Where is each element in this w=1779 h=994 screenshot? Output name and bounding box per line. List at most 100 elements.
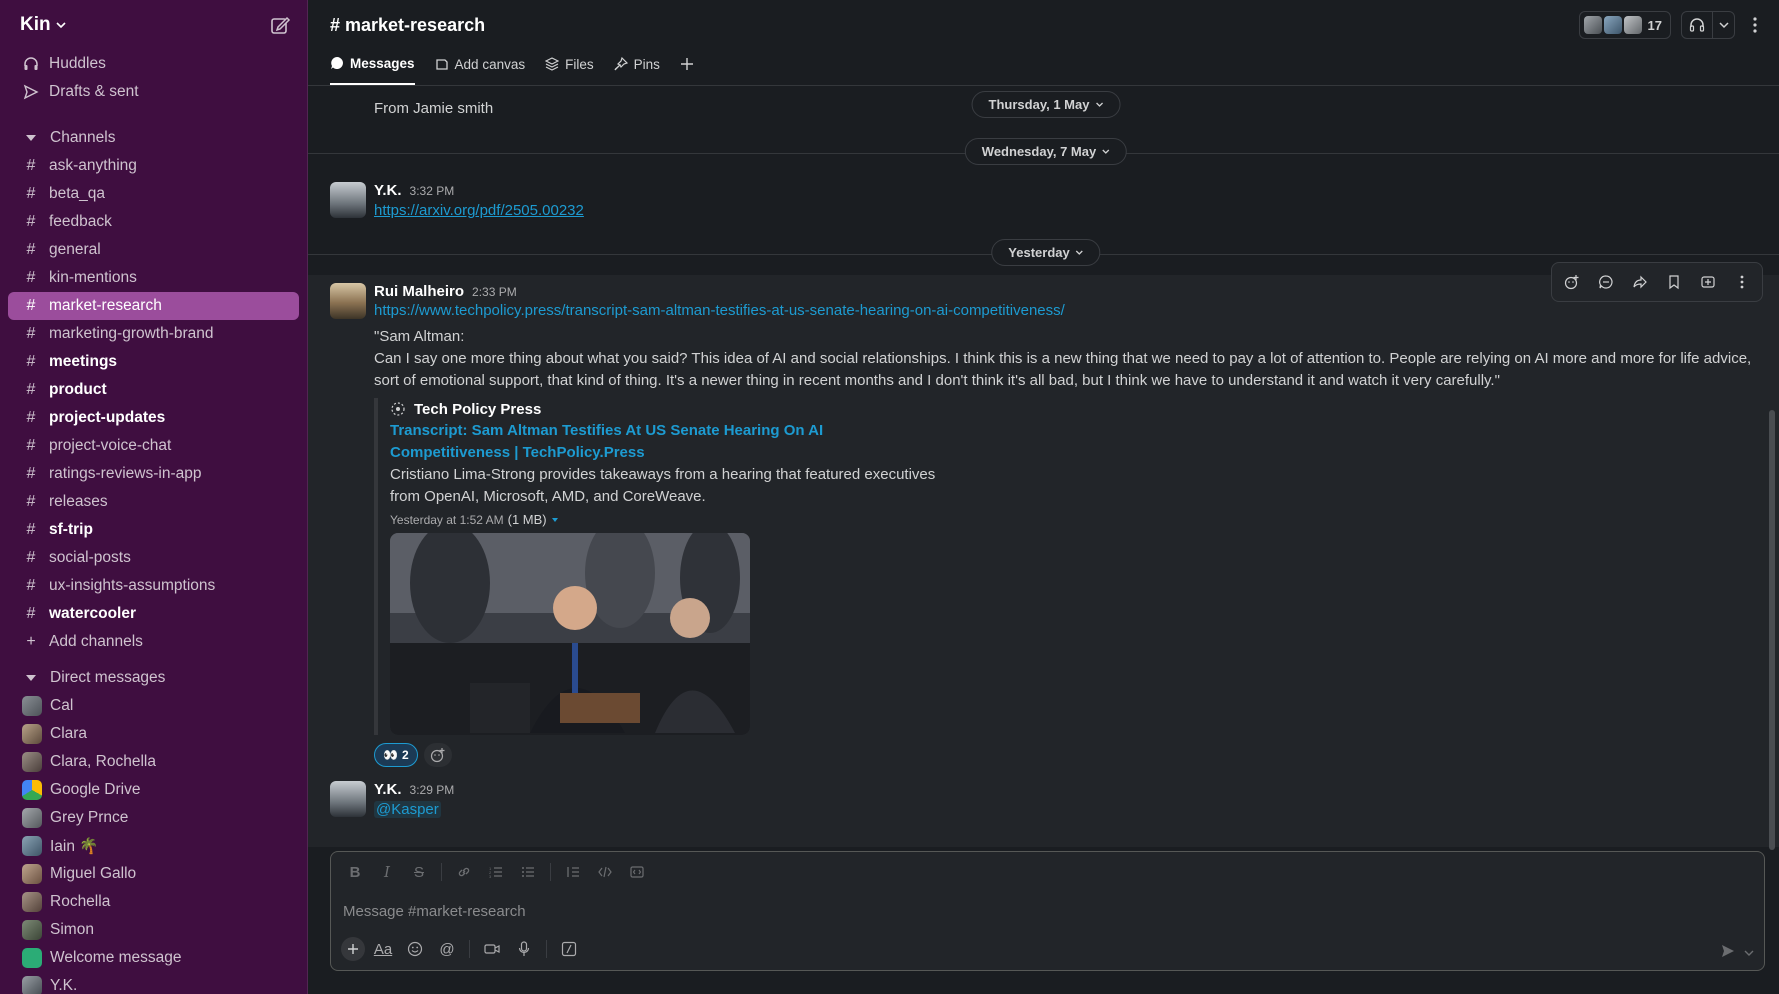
ordered-list-icon[interactable]: 123 xyxy=(482,858,510,886)
sidebar-dm-google-drive[interactable]: Google Drive xyxy=(0,776,307,804)
chevron-down-icon[interactable] xyxy=(1712,12,1734,38)
sidebar-dm-miguel-gallo[interactable]: Miguel Gallo xyxy=(0,860,307,888)
sidebar-dm-iain[interactable]: Iain 🌴 xyxy=(0,832,307,860)
section-label: Channels xyxy=(50,129,116,146)
reply-thread-icon[interactable] xyxy=(1590,266,1622,298)
sidebar-channel-beta-qa[interactable]: # beta_qa xyxy=(0,180,307,208)
message-link[interactable]: https://www.techpolicy.press/transcript-… xyxy=(374,302,1065,319)
avatar[interactable] xyxy=(330,182,366,218)
bold-icon[interactable]: B xyxy=(341,858,369,886)
hash-icon: # xyxy=(26,437,36,454)
more-vertical-icon[interactable] xyxy=(1745,17,1765,33)
sidebar-dm-grey-prnce[interactable]: Grey Prnce xyxy=(0,804,307,832)
bookmark-icon[interactable] xyxy=(1658,266,1690,298)
app-icon xyxy=(22,948,42,968)
sidebar-dm-clara-rochella[interactable]: Clara, Rochella xyxy=(0,748,307,776)
sidebar-channel-market-research[interactable]: # market-research xyxy=(8,292,299,320)
sidebar-channel-project-voice-chat[interactable]: # project-voice-chat xyxy=(0,432,307,460)
text-format-icon[interactable]: Aa xyxy=(369,935,397,963)
sidebar-channel-meetings[interactable]: # meetings xyxy=(0,348,307,376)
link-preview-size[interactable]: (1 MB) xyxy=(508,512,547,527)
send-icon[interactable] xyxy=(1720,943,1736,964)
add-reaction-button[interactable] xyxy=(423,743,452,767)
add-reaction-icon[interactable] xyxy=(1556,266,1588,298)
workflow-icon[interactable] xyxy=(1692,266,1724,298)
sidebar-dm-cal[interactable]: Cal xyxy=(0,692,307,720)
sidebar-channel-watercooler[interactable]: # watercooler xyxy=(0,600,307,628)
avatar xyxy=(22,976,42,994)
hash-icon: # xyxy=(26,157,36,174)
members-button[interactable]: 17 xyxy=(1578,11,1671,39)
avatar[interactable] xyxy=(330,283,366,319)
add-channels-button[interactable]: + Add channels xyxy=(0,628,307,656)
headphones-icon[interactable] xyxy=(1682,12,1712,38)
sidebar-dm-welcome-message[interactable]: Welcome message xyxy=(0,944,307,972)
chevron-down-icon[interactable] xyxy=(1744,945,1754,963)
link-preview-image[interactable] xyxy=(390,533,750,735)
message-time[interactable]: 3:32 PM xyxy=(410,184,455,198)
sidebar-item-huddles[interactable]: Huddles xyxy=(0,50,307,78)
user-mention[interactable]: @Kasper xyxy=(374,801,441,818)
code-block-icon[interactable] xyxy=(623,858,651,886)
workspace-switcher[interactable]: Kin xyxy=(20,14,66,36)
message-scrollbar[interactable] xyxy=(1769,410,1775,850)
sidebar-channel-marketing-growth-brand[interactable]: # marketing-growth-brand xyxy=(0,320,307,348)
sidebar-channel-ask-anything[interactable]: # ask-anything xyxy=(0,152,307,180)
italic-icon[interactable]: I xyxy=(373,858,401,886)
sidebar-channel-releases[interactable]: # releases xyxy=(0,488,307,516)
message-author[interactable]: Rui Malheiro xyxy=(374,283,464,300)
date-pill-thursday[interactable]: Thursday, 1 May xyxy=(971,91,1121,118)
sidebar-channel-product[interactable]: # product xyxy=(0,376,307,404)
link-preview-title[interactable]: Transcript: Sam Altman Testifies At US S… xyxy=(390,420,920,464)
channel-title[interactable]: # market-research xyxy=(330,15,485,36)
sidebar-channel-ux-insights-assumptions[interactable]: # ux-insights-assumptions xyxy=(0,572,307,600)
message-time[interactable]: 3:29 PM xyxy=(410,783,455,797)
tab-pins[interactable]: Pins xyxy=(614,51,660,85)
message-author[interactable]: Y.K. xyxy=(374,781,402,798)
sidebar-dm-rochella[interactable]: Rochella xyxy=(0,888,307,916)
sidebar-item-drafts[interactable]: Drafts & sent xyxy=(0,78,307,106)
slash-command-icon[interactable] xyxy=(555,935,583,963)
channels-section-header[interactable]: Channels xyxy=(0,124,307,152)
microphone-icon[interactable] xyxy=(510,935,538,963)
avatar[interactable] xyxy=(330,781,366,817)
add-tab-button[interactable] xyxy=(680,51,694,85)
more-vertical-icon[interactable] xyxy=(1726,266,1758,298)
huddle-button[interactable] xyxy=(1681,11,1735,39)
sidebar-channel-general[interactable]: # general xyxy=(0,236,307,264)
tab-files[interactable]: Files xyxy=(545,51,594,85)
strikethrough-icon[interactable]: S xyxy=(405,858,433,886)
forward-icon[interactable] xyxy=(1624,266,1656,298)
compose-icon[interactable] xyxy=(269,14,291,36)
caret-down-icon[interactable] xyxy=(551,516,559,524)
reaction-eyes[interactable]: 👀 2 xyxy=(374,743,418,767)
message-author[interactable]: Y.K. xyxy=(374,182,402,199)
sidebar-channel-project-updates[interactable]: # project-updates xyxy=(0,404,307,432)
sidebar-channel-social-posts[interactable]: # social-posts xyxy=(0,544,307,572)
dm-section-header[interactable]: Direct messages xyxy=(0,664,307,692)
sidebar-dm-simon[interactable]: Simon xyxy=(0,916,307,944)
message-input[interactable]: Message #market-research xyxy=(331,892,1764,930)
emoji-icon[interactable] xyxy=(401,935,429,963)
tab-add-canvas[interactable]: Add canvas xyxy=(435,51,525,85)
sidebar-channel-kin-mentions[interactable]: # kin-mentions xyxy=(0,264,307,292)
sidebar-dm-clara[interactable]: Clara xyxy=(0,720,307,748)
video-icon[interactable] xyxy=(478,935,506,963)
sidebar-channel-feedback[interactable]: # feedback xyxy=(0,208,307,236)
link-preview-site[interactable]: Tech Policy Press xyxy=(390,398,1779,420)
message-link[interactable]: https://arxiv.org/pdf/2505.00232 xyxy=(374,202,584,219)
date-pill-yesterday[interactable]: Yesterday xyxy=(991,239,1101,266)
sidebar-channel-ratings-reviews-in-app[interactable]: # ratings-reviews-in-app xyxy=(0,460,307,488)
link-icon[interactable] xyxy=(450,858,478,886)
chevron-down-icon xyxy=(56,22,66,29)
tab-messages[interactable]: Messages xyxy=(330,51,415,85)
sidebar-channel-sf-trip[interactable]: # sf-trip xyxy=(0,516,307,544)
date-pill-wednesday[interactable]: Wednesday, 7 May xyxy=(964,138,1128,165)
blockquote-icon[interactable] xyxy=(559,858,587,886)
mention-icon[interactable]: @ xyxy=(433,935,461,963)
code-icon[interactable] xyxy=(591,858,619,886)
bullet-list-icon[interactable] xyxy=(514,858,542,886)
message-time[interactable]: 2:33 PM xyxy=(472,285,517,299)
sidebar-dm-yk[interactable]: Y.K. xyxy=(0,972,307,994)
plus-icon[interactable] xyxy=(341,937,365,961)
